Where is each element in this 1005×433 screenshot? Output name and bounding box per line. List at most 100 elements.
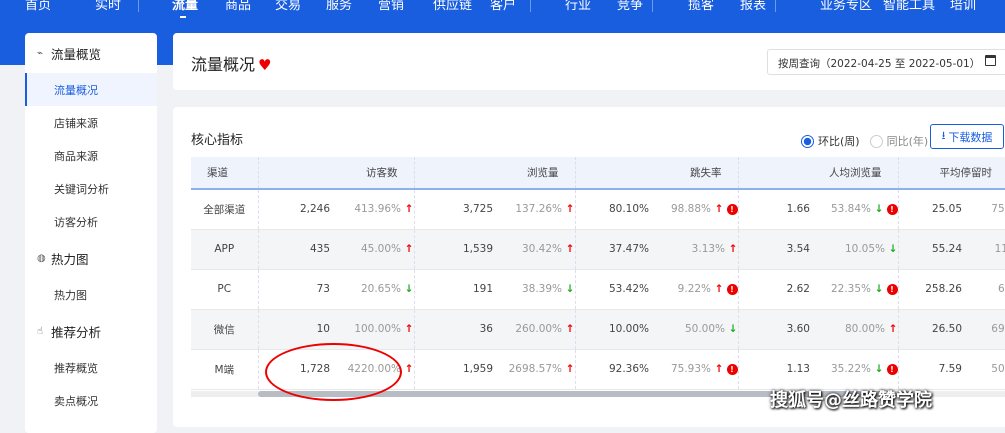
value-cell: 37.47% <box>574 229 655 270</box>
value-cell: 435 <box>257 229 336 270</box>
sidebar-item[interactable]: 推荐概览 <box>25 351 157 384</box>
change-value: 100.00% <box>354 323 402 335</box>
value-cell: 36 <box>413 309 499 350</box>
download-icon: ⭳ <box>941 129 946 142</box>
change-cell: 413.96% ↑ <box>336 189 414 230</box>
date-range-picker[interactable]: 按周查询（2022-04-25 至 2022-05-01） <box>767 49 1005 75</box>
nav-item[interactable]: 营销 <box>378 0 404 13</box>
sidebar-group-label: 热力图 <box>51 251 89 267</box>
arrow-down-icon: ↓ <box>871 363 884 375</box>
watermark: 搜狐号@丝路赞学院 <box>770 390 932 411</box>
arrow-up-icon: ↑ <box>711 283 724 295</box>
sidebar-group[interactable]: ⌁ 流量概览 <box>25 33 157 73</box>
arrow-up-icon: ↑ <box>562 203 575 216</box>
value-cell: 1,539 <box>413 229 499 270</box>
column-header: 渠道 <box>191 157 258 190</box>
change-value: 413.96% <box>354 203 402 216</box>
change-value: 69. <box>991 323 1005 335</box>
change-value: 53.84% <box>830 203 872 216</box>
nav-item[interactable]: 培训 <box>950 0 976 13</box>
radio-yoy[interactable] <box>869 134 883 148</box>
nav-item[interactable]: 实时 <box>95 0 121 13</box>
warning-icon[interactable]: ! <box>726 363 738 375</box>
change-value: 137.26% <box>515 203 563 216</box>
value-cell: 1.13 <box>737 349 816 390</box>
nav-item[interactable]: 供应链 <box>433 0 472 13</box>
section-title: 核心指标 <box>191 133 244 148</box>
value-cell: 7.59 <box>897 349 968 390</box>
warning-icon[interactable]: ! <box>726 283 738 295</box>
change-value: 75. <box>991 203 1005 216</box>
thumbs-up-icon: ☝ <box>37 325 44 337</box>
change-value: 22.35% <box>830 283 872 295</box>
sidebar-item[interactable]: 流量概况 <box>25 73 157 106</box>
value-cell: 3,725 <box>413 189 499 230</box>
radio-yoy-label[interactable]: 同比(年) <box>887 133 929 149</box>
sidebar-item[interactable]: 访客分析 <box>25 205 157 238</box>
value-cell: 1.66 <box>737 189 816 230</box>
nav-item[interactable]: 服务 <box>326 0 352 13</box>
arrow-up-icon: ↑ <box>562 363 575 375</box>
arrow-up-icon: ↑ <box>401 203 414 216</box>
nav-item[interactable]: 竞争 <box>617 0 643 13</box>
arrow-up-icon: ↑ <box>562 323 575 335</box>
radio-wow-label[interactable]: 环比(周) <box>818 133 860 149</box>
change-value: 260.00% <box>515 323 563 335</box>
radio-wow[interactable] <box>801 134 814 148</box>
nav-item[interactable]: 揽客 <box>688 0 714 13</box>
table-row: APP 435 45.00% ↑ 1,539 30.42% ↑ 37.47% 3.13% ↑… <box>191 229 1005 270</box>
sidebar-group[interactable]: ☝ 推荐分析 <box>25 311 157 351</box>
warning-icon[interactable]: ! <box>886 363 898 375</box>
sidebar-group[interactable]: ◍ 热力图 <box>25 238 157 278</box>
date-range-text: 按周查询（2022-04-25 至 2022-05-01） <box>778 58 981 70</box>
change-cell: 20.65% ↓ <box>336 269 414 310</box>
heatmap-icon: ◍ <box>37 252 46 264</box>
change-value: 50. <box>991 363 1005 375</box>
channel-cell: 微信 <box>191 309 258 350</box>
sidebar-group-label: 流量概览 <box>51 46 102 62</box>
nav-item[interactable]: 智能工具 <box>883 0 935 13</box>
arrow-down-icon: ↓ <box>401 283 414 295</box>
nav-item[interactable]: 客户 <box>490 0 516 13</box>
table-row: PC 73 20.65% ↓ 191 38.39% ↓ 53.42% 9.22% ↑! 2.6… <box>191 269 1005 310</box>
value-cell: 10.00% <box>574 309 655 350</box>
sidebar-item[interactable]: 热力图 <box>25 278 157 311</box>
sidebar-group-label: 推荐分析 <box>51 324 102 340</box>
sidebar-item[interactable]: 商品来源 <box>25 139 157 172</box>
warning-icon[interactable]: ! <box>886 203 898 215</box>
arrow-down-icon: ↓ <box>885 243 898 255</box>
download-button[interactable]: ⭳ 下载数据 <box>930 124 1004 149</box>
change-value: 80.00% <box>844 323 886 335</box>
red-highlight-ellipse <box>265 343 402 401</box>
sidebar-item[interactable]: 卖点概况 <box>25 384 157 417</box>
change-value: 2698.57% <box>508 363 563 375</box>
nav-item[interactable]: 行业 <box>565 0 591 13</box>
warning-icon[interactable]: ! <box>726 203 738 215</box>
change-value: 20.65% <box>360 283 402 295</box>
nav-item[interactable]: 业务专区 <box>820 0 872 13</box>
change-cell: 69. <box>968 309 1005 350</box>
change-cell: 6. <box>968 269 1005 310</box>
nav-item[interactable]: 流量 <box>172 0 198 18</box>
nav-item[interactable]: 交易 <box>275 0 301 13</box>
change-value: 3.13% <box>691 243 726 255</box>
column-header: 平均停留时 <box>897 157 1005 190</box>
channel-cell: 全部渠道 <box>191 189 258 230</box>
change-cell: 50. <box>968 349 1005 390</box>
warning-icon[interactable]: ! <box>886 283 898 295</box>
change-cell: 10.05% ↓ <box>816 229 898 270</box>
sidebar-item[interactable]: 店铺来源 <box>25 106 157 139</box>
sidebar-item[interactable]: 关键词分析 <box>25 172 157 205</box>
change-cell: 75.93% ↑! <box>655 349 738 390</box>
arrow-up-icon: ↑ <box>401 243 414 255</box>
change-value: 98.88% <box>670 203 712 216</box>
download-label: 下载数据 <box>948 130 993 144</box>
nav-item[interactable]: 报表 <box>740 0 766 13</box>
nav-divider <box>530 0 531 12</box>
value-cell: 80.10% <box>574 189 655 230</box>
change-value: 10.05% <box>844 243 886 255</box>
channel-cell: APP <box>191 229 258 270</box>
nav-item[interactable]: 首页 <box>25 0 51 13</box>
nav-item[interactable]: 商品 <box>225 0 251 13</box>
change-cell: 80.00% ↑ <box>816 309 898 350</box>
